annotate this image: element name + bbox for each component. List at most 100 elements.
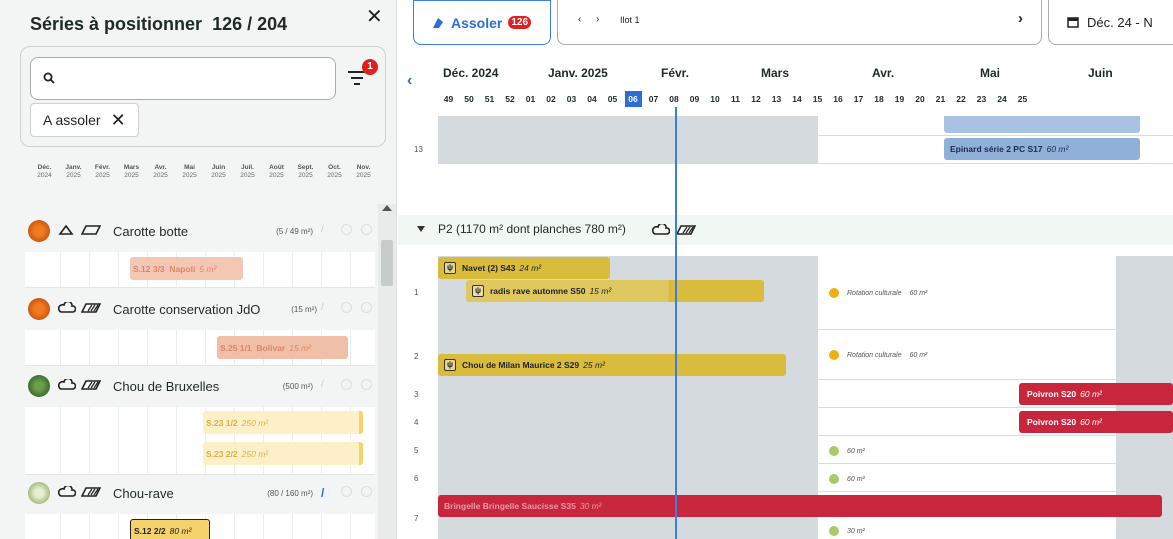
rotation-warning[interactable]: Rotation culturale 60 m² [829, 288, 927, 298]
plot-header-p2[interactable]: P2 (1170 m² dont planches 780 m²) [398, 215, 1173, 245]
week-label: 49 [443, 94, 454, 104]
eye-icon[interactable] [361, 379, 372, 390]
cloud-icon [58, 379, 76, 390]
refresh-icon[interactable] [341, 302, 352, 313]
cloud-icon [58, 302, 76, 313]
week-label: 52 [505, 94, 515, 104]
week-label: 21 [935, 94, 946, 104]
rotation-warning[interactable]: Rotation culturale 60 m² [829, 350, 927, 360]
edit-icon[interactable]: / [321, 302, 332, 313]
row-line [438, 463, 1173, 464]
week-label: 03 [566, 94, 577, 104]
crop-header[interactable]: Chou de Bruxelles (500 m²) / [25, 365, 375, 407]
edit-icon[interactable]: / [321, 379, 332, 390]
edit-icon[interactable]: / [321, 486, 332, 500]
availability-marker[interactable]: 60 m² [829, 474, 865, 484]
assoler-badge: 126 [508, 16, 532, 29]
bed-icon [81, 303, 101, 313]
eye-icon[interactable] [361, 302, 372, 313]
sprout-icon: ψ [472, 285, 484, 297]
serie-block[interactable]: S.23 1/2 250 m² [203, 411, 363, 434]
search-field[interactable] [30, 57, 336, 100]
week-label: 22 [956, 94, 966, 104]
crop-area: (80 / 160 m²) [267, 489, 313, 498]
week-label: 25 [1017, 94, 1028, 104]
edit-icon[interactable]: / [321, 224, 332, 235]
serie-block[interactable]: S.25 1/1 Bolivar 15 m² [217, 336, 348, 359]
carrot-icon [28, 220, 50, 242]
refresh-icon[interactable] [341, 486, 352, 497]
current-week-label: 06 [624, 91, 642, 107]
next-icon[interactable]: › [1018, 10, 1023, 27]
bed-icon [81, 487, 101, 497]
crop-series-band: S.25 1/1 Bolivar 15 m² [25, 330, 375, 366]
week-label: 50 [464, 94, 474, 104]
serie-block[interactable]: S.23 2/2 250 m² [203, 442, 363, 465]
plan-block[interactable] [944, 116, 1140, 133]
sprout-icon: ψ [444, 359, 456, 371]
bed-icon [81, 225, 101, 235]
week-label: 04 [587, 94, 597, 104]
row-line [438, 407, 1173, 408]
refresh-icon[interactable] [341, 224, 352, 235]
filter-button[interactable]: 1 [346, 59, 378, 89]
plan-block[interactable]: Bringelle Bringelle Saucisse S35 30 m² [438, 495, 1162, 517]
brussels-sprout-icon [28, 375, 50, 397]
collapse-icon[interactable] [417, 226, 425, 232]
panel-scrollbar[interactable] [378, 204, 396, 539]
ilot-selector[interactable]: ‹ › Ilot 1 › [557, 0, 1042, 45]
close-icon[interactable]: ✕ [366, 4, 383, 29]
serie-block-selected[interactable]: S.12 2/2 80 m² [130, 519, 210, 539]
kohlrabi-icon [28, 482, 50, 504]
week-label: 08 [669, 94, 679, 104]
crop-actions: / [321, 486, 372, 500]
month-label: Déc. 2024 [443, 66, 499, 80]
availability-marker[interactable]: 30 m² [829, 526, 865, 536]
crop-actions: / [321, 224, 372, 235]
crop-header[interactable]: Carotte botte (5 / 49 m²) / [25, 210, 375, 252]
timeline-prev-icon[interactable]: ‹ [407, 72, 412, 90]
chip-remove-icon[interactable]: ✕ [111, 110, 126, 131]
cloud-icon [58, 224, 74, 235]
refresh-icon[interactable] [341, 379, 352, 390]
search-input[interactable] [61, 68, 321, 90]
plan-block[interactable]: Poivron S20 60 m² [1019, 411, 1173, 433]
crop-item-chou-de-bruxelles: Chou de Bruxelles (500 m²) / S.23 1/2 250… [25, 365, 375, 475]
row-line [438, 435, 1173, 436]
series-panel: Séries à positionner 126 / 204 ✕ 1 A asso… [0, 0, 397, 539]
cloud-icon [58, 486, 76, 497]
panel-title: Séries à positionner 126 / 204 [30, 14, 287, 35]
crop-area: (15 m²) [291, 305, 317, 314]
eye-icon[interactable] [361, 486, 372, 497]
mini-month: Juin 2025 [211, 164, 226, 179]
assoler-button[interactable]: Assoler 126 [413, 0, 551, 45]
plan-block[interactable]: Epinard série 2 PC S17 60 m² [944, 138, 1140, 160]
filter-chip-a-assoler[interactable]: A assoler ✕ [30, 103, 139, 137]
chip-label: A assoler [43, 112, 101, 128]
plan-block[interactable]: Poivron S20 60 m² [1019, 383, 1173, 405]
crop-item-carotte-conservation: Carotte conservation JdO (15 m²) / S.25 … [25, 288, 375, 366]
plan-block[interactable]: ψ Chou de Milan Maurice 2 S29 25 m² [438, 354, 786, 376]
crop-header[interactable]: Chou-rave (80 / 160 m²) / [25, 472, 375, 514]
week-label: 16 [833, 94, 843, 104]
plan-block[interactable]: ψ radis rave automne S50 15 m² [466, 280, 764, 302]
availability-marker[interactable]: 60 m² [829, 446, 865, 456]
row-line [438, 135, 1173, 136]
crop-name: Chou de Bruxelles [113, 379, 220, 394]
play-icon[interactable]: › [596, 14, 599, 25]
plan-block[interactable]: ψ Navet (2) S43 24 m² [438, 257, 610, 279]
month-label: Avr. [872, 66, 895, 80]
crop-name: Carotte botte [113, 224, 189, 239]
crop-header[interactable]: Carotte conservation JdO (15 m²) / [25, 288, 375, 330]
week-label: 05 [607, 94, 618, 104]
panel-title-text: Séries à positionner [30, 14, 203, 34]
week-label: 01 [525, 94, 536, 104]
scroll-up-icon[interactable] [382, 205, 392, 211]
eye-icon[interactable] [361, 224, 372, 235]
mini-month: Janv. 2025 [65, 164, 82, 179]
date-range-selector[interactable]: Déc. 24 - N [1048, 0, 1173, 45]
scroll-thumb[interactable] [381, 240, 393, 286]
serie-block[interactable]: S.12 3/3 Napoli 5 m² [130, 257, 243, 280]
prev-icon[interactable]: ‹ [578, 14, 581, 25]
week-label: 15 [812, 94, 823, 104]
